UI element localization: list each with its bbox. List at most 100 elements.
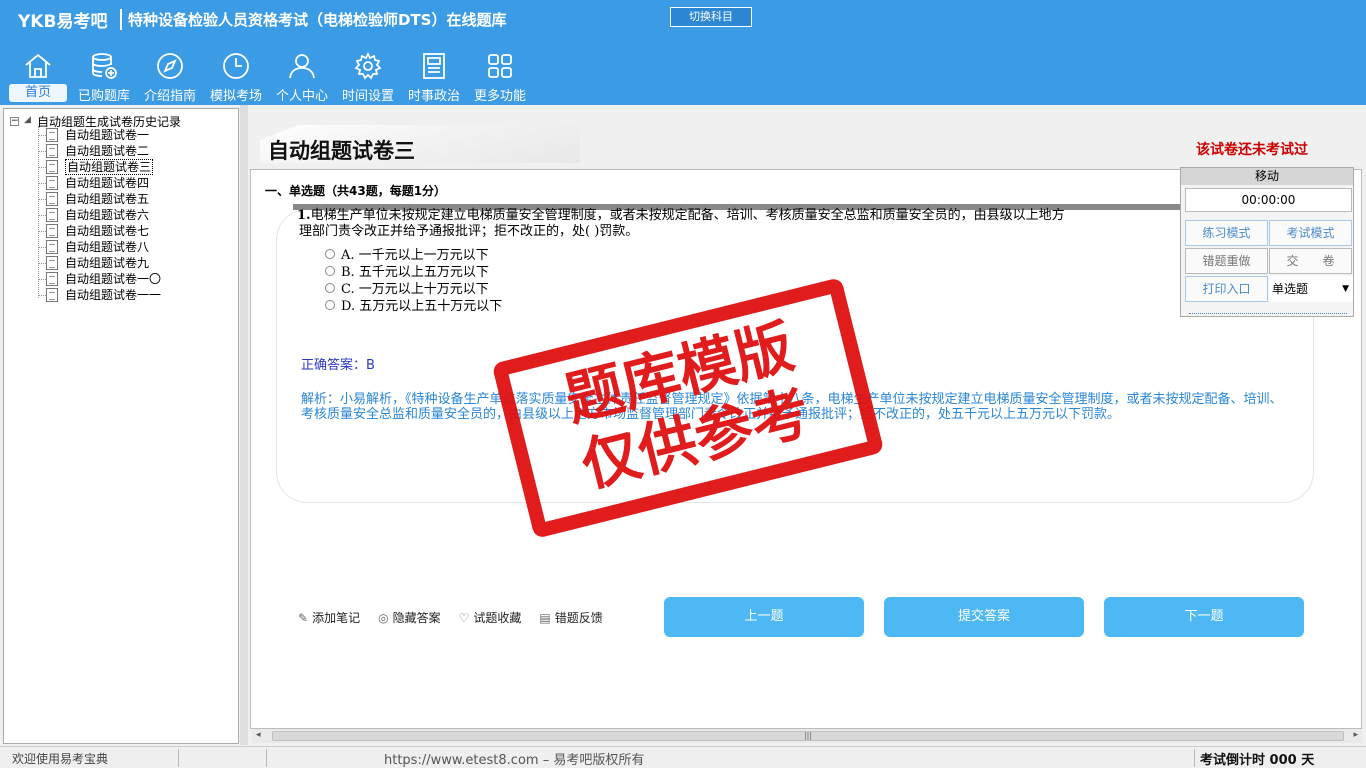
countdown-text: 考试倒计时 000 天 <box>1200 753 1315 768</box>
hand-in-button[interactable]: 交 卷 <box>1269 248 1352 274</box>
tree-connector <box>38 214 46 216</box>
copyright-text: https://www.etest8.com – 易考吧版权所有 <box>384 753 645 768</box>
scroll-thumb[interactable]: ||| <box>272 731 1344 741</box>
nav-label: 首页 <box>9 84 67 102</box>
document-icon <box>46 224 58 238</box>
radio-button[interactable] <box>325 282 335 293</box>
tree-item[interactable]: 自动组题试卷一〇 <box>38 271 161 287</box>
nav-purchased[interactable]: 已购题库 <box>71 48 137 104</box>
tree-connector <box>38 246 46 248</box>
status-bar: 欢迎使用易考宝典 https://www.etest8.com – 易考吧版权所… <box>0 746 1366 768</box>
gear-icon <box>354 51 382 80</box>
nav-guide[interactable]: 介绍指南 <box>137 48 203 104</box>
tree-item[interactable]: 自动组题试卷六 <box>38 207 149 223</box>
tree-connector <box>38 278 46 280</box>
print-button[interactable]: 打印入口 <box>1185 276 1268 302</box>
tree-item-label: 自动组题试卷六 <box>65 208 150 222</box>
nav-label: 模拟考场 <box>209 89 262 104</box>
scroll-right-icon[interactable]: ▸ <box>1353 730 1358 740</box>
horizontal-scrollbar[interactable]: ◂ ||| ▸ <box>252 729 1362 743</box>
tree-item-label: 自动组题试卷八 <box>65 240 150 254</box>
clock-icon <box>223 53 249 79</box>
tree-connector <box>38 150 46 152</box>
document-icon <box>46 192 58 206</box>
tool-label: 隐藏答案 <box>392 611 441 625</box>
tree-connector <box>38 166 46 168</box>
panel-slider[interactable] <box>1189 313 1347 314</box>
redo-wrong-button[interactable]: 错题重做 <box>1185 248 1268 274</box>
option-d[interactable]: D. 五万元以上五十万元以下 <box>325 295 502 314</box>
next-question-button[interactable]: 下一题 <box>1104 597 1304 637</box>
nav-label: 已购题库 <box>77 89 130 104</box>
feedback-icon: ▤ <box>539 610 551 625</box>
option-label: D. 五万元以上五十万元以下 <box>341 299 503 314</box>
document-icon <box>46 272 58 286</box>
nav-mock-exam[interactable]: 模拟考场 <box>203 48 269 104</box>
add-note-button[interactable]: ✎ 添加笔记 <box>298 609 360 626</box>
splitter[interactable] <box>240 105 248 745</box>
hide-answer-button[interactable]: ◎ 隐藏答案 <box>378 609 441 626</box>
select-value: 单选题 <box>1272 282 1309 296</box>
question-text: 1.电梯生产单位未按规定建立电梯质量安全管理制度，或者未按规定配备、培训、考核质… <box>297 208 1197 240</box>
document-icon <box>46 240 58 254</box>
exam-mode-button[interactable]: 考试模式 <box>1269 220 1352 246</box>
nav-home[interactable]: 首页 <box>5 48 71 104</box>
scroll-left-icon[interactable]: ◂ <box>256 730 261 740</box>
main-nav: 首页 已购题库 介绍指南 模拟考场 个人中心 时间设置 时事政治 更多功能 <box>5 48 533 104</box>
tool-label: 添加笔记 <box>312 611 361 625</box>
nav-news[interactable]: 时事政治 <box>401 48 467 104</box>
radio-button[interactable] <box>325 299 335 310</box>
tree-item[interactable]: 自动组题试卷一 <box>38 127 149 143</box>
tree-connector <box>38 294 46 296</box>
document-icon <box>46 208 58 222</box>
user-icon <box>289 54 315 79</box>
tree-item-label: 自动组题试卷一〇 <box>65 272 162 286</box>
question-number: 1. <box>297 208 311 223</box>
submit-answer-button[interactable]: 提交答案 <box>884 597 1084 637</box>
feedback-button[interactable]: ▤ 错题反馈 <box>539 609 602 626</box>
nav-profile[interactable]: 个人中心 <box>269 48 335 104</box>
grid-icon <box>488 54 512 78</box>
radio-button[interactable] <box>325 248 335 259</box>
tree-item-label: 自动组题试卷七 <box>65 224 150 238</box>
eye-icon: ◎ <box>378 610 389 625</box>
switch-subject-button[interactable]: 切换科目 <box>670 7 752 27</box>
control-panel: 移动 00:00:00 练习模式 考试模式 错题重做 交 卷 打印入口 单选题 ▼ <box>1180 167 1354 317</box>
document-icon <box>46 256 58 270</box>
tree-item[interactable]: 自动组题试卷二 <box>38 143 149 159</box>
favorite-button[interactable]: ♡ 试题收藏 <box>459 609 522 626</box>
document-icon <box>46 288 58 302</box>
tree-connector <box>38 134 46 136</box>
welcome-text: 欢迎使用易考宝典 <box>12 752 109 766</box>
collapse-icon[interactable]: − <box>10 117 19 126</box>
practice-mode-button[interactable]: 练习模式 <box>1185 220 1268 246</box>
tool-label: 试题收藏 <box>473 611 522 625</box>
tree-item-label: 自动组题试卷九 <box>65 256 150 270</box>
tree-item[interactable]: 自动组题试卷九 <box>38 255 149 271</box>
tree-item[interactable]: 自动组题试卷八 <box>38 239 149 255</box>
chevron-down-icon: ▼ <box>1342 284 1349 294</box>
tree-item[interactable]: 自动组题试卷七 <box>38 223 149 239</box>
question-type-select[interactable]: 单选题 ▼ <box>1269 276 1353 302</box>
radio-button[interactable] <box>325 265 335 276</box>
tree-item-selected[interactable]: 自动组题试卷三 <box>38 159 154 175</box>
tree-item[interactable]: 自动组题试卷五 <box>38 191 149 207</box>
section-heading: 一、单选题（共43题，每题1分） <box>265 184 447 198</box>
document-icon <box>46 160 58 174</box>
panel-move-handle[interactable]: 移动 <box>1181 168 1353 185</box>
nav-more[interactable]: 更多功能 <box>467 48 533 104</box>
tree-item[interactable]: 自动组题试卷四 <box>38 175 149 191</box>
tree-connector <box>38 230 46 232</box>
tree-item-label: 自动组题试卷一一 <box>65 288 162 302</box>
nav-time-settings[interactable]: 时间设置 <box>335 48 401 104</box>
nav-label: 时事政治 <box>407 89 460 104</box>
tree-item[interactable]: 自动组题试卷一一 <box>38 287 161 303</box>
question-tools: ✎ 添加笔记 ◎ 隐藏答案 ♡ 试题收藏 ▤ 错题反馈 <box>298 609 603 626</box>
prev-question-button[interactable]: 上一题 <box>664 597 864 637</box>
database-icon <box>92 53 117 79</box>
exam-status: 该试卷还未考试过 <box>1196 142 1308 158</box>
tree-item-label: 自动组题试卷一 <box>65 128 150 142</box>
tree-connector <box>38 198 46 200</box>
tree-connector <box>38 262 46 264</box>
pencil-icon: ✎ <box>298 610 309 625</box>
